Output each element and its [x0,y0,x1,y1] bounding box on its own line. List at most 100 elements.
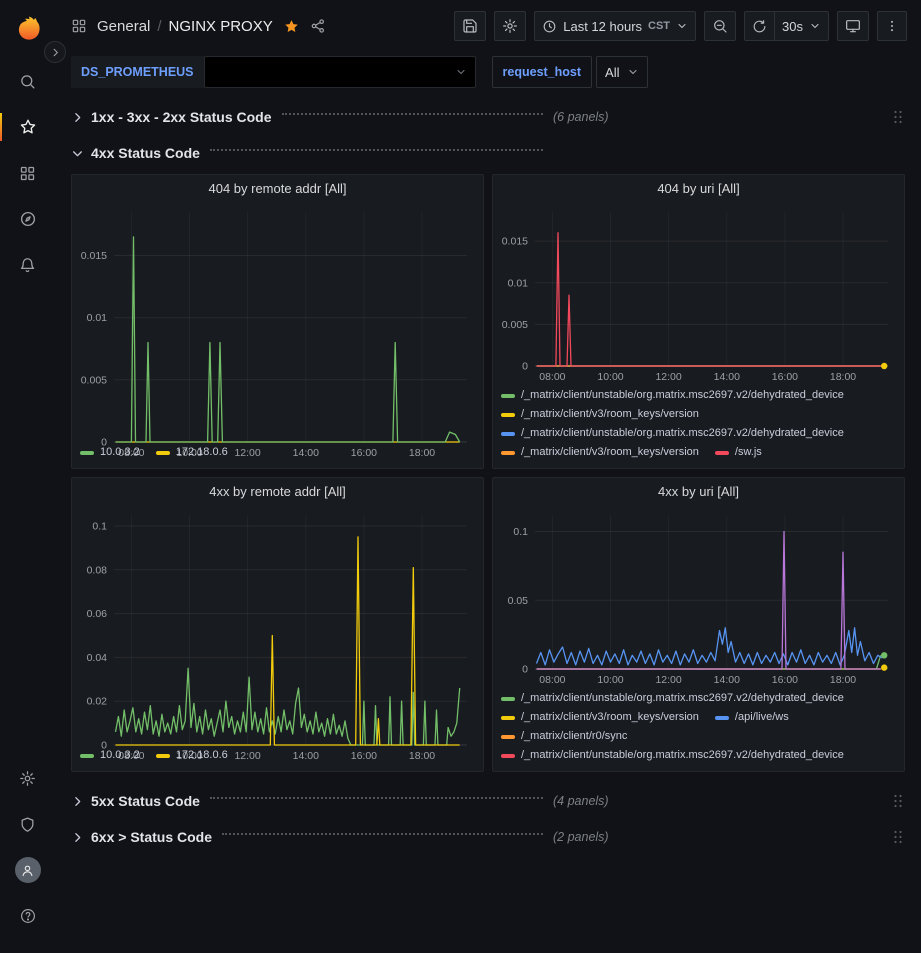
dashboard-apps-icon [71,18,87,34]
timeseries-chart[interactable]: 08:0010:0012:0014:0016:0018:0000.0050.01… [72,202,483,441]
row-header-6xx[interactable]: 6xx > Status Code (2 panels) [71,822,905,852]
legend-item[interactable]: 10.0.3.2 [80,445,140,460]
breadcrumb-dashboard-title[interactable]: NGINX PROXY [169,18,273,35]
legend-item[interactable]: /_matrix/client/unstable/org.matrix.msc2… [501,426,844,441]
svg-text:0: 0 [522,664,528,676]
panel-title[interactable]: 404 by uri [All] [493,175,904,202]
save-icon [462,18,478,34]
row-header-5xx[interactable]: 5xx Status Code (4 panels) [71,786,905,816]
sidebar-item-configuration[interactable] [0,755,55,801]
compass-icon [19,210,37,228]
chevron-down-icon [455,66,467,78]
row-title: 6xx > Status Code [91,829,212,845]
breadcrumb-folder[interactable]: General [97,18,150,35]
chevron-right-icon [71,111,84,124]
share-icon[interactable] [310,18,326,34]
panel-legend: /_matrix/client/unstable/org.matrix.msc2… [493,687,904,771]
row-drag-handle[interactable] [891,109,905,125]
sidebar-item-help[interactable] [0,893,55,939]
breadcrumb-separator: / [157,18,161,35]
legend-item[interactable]: 10.0.3.2 [80,748,140,763]
svg-text:10:00: 10:00 [597,674,623,686]
sidebar-item-explore[interactable] [0,196,55,242]
row-header-1xx-3xx-2xx[interactable]: 1xx - 3xx - 2xx Status Code (6 panels) [71,102,905,132]
panel-404-by-remote-addr: 404 by remote addr [All] 08:0010:0012:00… [71,174,484,469]
timeseries-chart[interactable]: 08:0010:0012:0014:0016:0018:0000.0050.01… [493,202,904,384]
dashboard-body: 1xx - 3xx - 2xx Status Code (6 panels) 4… [55,100,921,953]
refresh-interval-picker[interactable]: 30s [774,11,829,41]
user-avatar [15,857,41,883]
timeseries-chart[interactable]: 08:0010:0012:0014:0016:0018:0000.020.040… [72,505,483,744]
sidebar [0,0,55,953]
save-dashboard-button[interactable] [454,11,486,41]
dashboard-settings-button[interactable] [494,11,526,41]
timeseries-chart[interactable]: 08:0010:0012:0014:0016:0018:0000.050.1 [493,505,904,687]
row-drag-handle[interactable] [891,829,905,845]
legend-item[interactable]: /sw.js [715,445,762,460]
row-header-4xx[interactable]: 4xx Status Code [71,138,905,168]
sidebar-item-dashboards[interactable] [0,150,55,196]
zoom-out-icon [712,18,728,34]
refresh-icon [752,19,767,34]
grafana-logo-icon[interactable] [13,12,43,42]
legend-item[interactable]: /_matrix/client/unstable/org.matrix.msc2… [501,388,844,403]
sidebar-expand-button[interactable] [44,41,66,63]
variable-label-request-host[interactable]: request_host [492,56,593,88]
zoom-out-button[interactable] [704,11,736,41]
row-panel-count: (6 panels) [553,110,609,124]
chevron-right-icon [71,831,84,844]
sidebar-item-alerting[interactable] [0,242,55,288]
panel-404-by-uri: 404 by uri [All] 08:0010:0012:0014:0016:… [492,174,905,469]
sidebar-item-search[interactable] [0,58,55,104]
legend-item[interactable]: /_matrix/client/v3/room_keys/version [501,445,699,460]
panel-title[interactable]: 4xx by uri [All] [493,478,904,505]
sidebar-item-server-admin[interactable] [0,801,55,847]
breadcrumb: General / NGINX PROXY [97,18,273,35]
kebab-menu-button[interactable] [877,11,907,41]
sidebar-item-starred[interactable] [0,104,55,150]
legend-item[interactable]: /_matrix/client/v3/room_keys/version [501,407,699,422]
legend-item[interactable]: /_matrix/client/r0/sync [501,729,627,744]
favorite-star-icon[interactable] [283,18,300,35]
row-dotted-filler [210,797,543,799]
chevron-right-icon [50,47,61,58]
request-host-value-select[interactable]: All [596,56,648,88]
row-panel-count: (2 panels) [553,830,609,844]
svg-text:10:00: 10:00 [597,371,623,383]
variable-label-datasource: DS_PROMETHEUS [71,56,204,88]
svg-text:0: 0 [522,361,528,373]
svg-text:0.005: 0.005 [502,319,528,331]
star-icon [19,118,37,136]
row-title: 1xx - 3xx - 2xx Status Code [91,109,272,125]
panel-legend: 10.0.3.2 172.18.0.6 [72,441,483,468]
chevron-down-icon [676,20,688,32]
panel-4xx-by-uri: 4xx by uri [All] 08:0010:0012:0014:0016:… [492,477,905,772]
legend-item[interactable]: /_matrix/client/v3/room_keys/version [501,710,699,725]
chevron-right-icon [71,795,84,808]
legend-item[interactable]: 172.18.0.6 [156,445,228,460]
row-dotted-filler [222,833,543,835]
panel-title[interactable]: 404 by remote addr [All] [72,175,483,202]
svg-text:0.06: 0.06 [87,608,108,620]
legend-item[interactable]: 172.18.0.6 [156,748,228,763]
refresh-button-group: 30s [744,11,829,41]
time-range-label: Last 12 hours [563,19,642,34]
refresh-button[interactable] [744,11,774,41]
legend-item[interactable]: /api/live/ws [715,710,789,725]
legend-item[interactable]: /_matrix/client/unstable/org.matrix.msc2… [501,691,844,706]
help-circle-icon [19,907,37,925]
svg-text:12:00: 12:00 [655,674,681,686]
panel-title[interactable]: 4xx by remote addr [All] [72,478,483,505]
row-drag-handle[interactable] [891,793,905,809]
chevron-down-icon [627,66,639,78]
svg-text:0.015: 0.015 [502,236,528,248]
legend-item[interactable]: /_matrix/client/unstable/org.matrix.msc2… [501,748,844,763]
tv-mode-button[interactable] [837,11,869,41]
svg-text:14:00: 14:00 [714,371,740,383]
variable-request-host: request_host All [492,56,649,88]
time-range-picker[interactable]: Last 12 hours CST [534,11,696,41]
svg-text:12:00: 12:00 [655,371,681,383]
panel-grid: 404 by remote addr [All] 08:0010:0012:00… [71,174,905,772]
datasource-value-select[interactable] [204,56,476,88]
sidebar-item-profile[interactable] [0,847,55,893]
